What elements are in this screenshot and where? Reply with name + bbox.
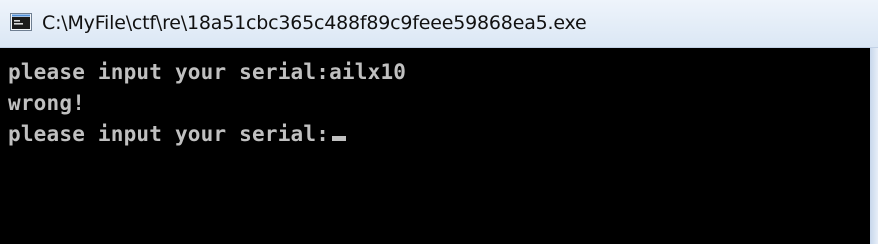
window-frame-right <box>870 48 878 244</box>
window-title: C:\MyFile\ctf\re\18a51cbc365c488f89c9fee… <box>42 12 587 34</box>
console-line-error: wrong! <box>8 91 86 115</box>
console-line-prompt-2: please input your serial: <box>8 120 347 148</box>
console-window: C:\MyFile\ctf\re\18a51cbc365c488f89c9fee… <box>0 0 878 244</box>
console-window-icon <box>10 13 32 31</box>
text-cursor <box>332 136 347 141</box>
title-bar[interactable]: C:\MyFile\ctf\re\18a51cbc365c488f89c9fee… <box>0 0 878 48</box>
console-output[interactable]: please input your serial:ailx10 wrong! p… <box>0 48 870 244</box>
console-line-prompt-2-text: please input your serial: <box>8 122 330 146</box>
console-line-prompt-1: please input your serial:ailx10 <box>8 60 407 84</box>
